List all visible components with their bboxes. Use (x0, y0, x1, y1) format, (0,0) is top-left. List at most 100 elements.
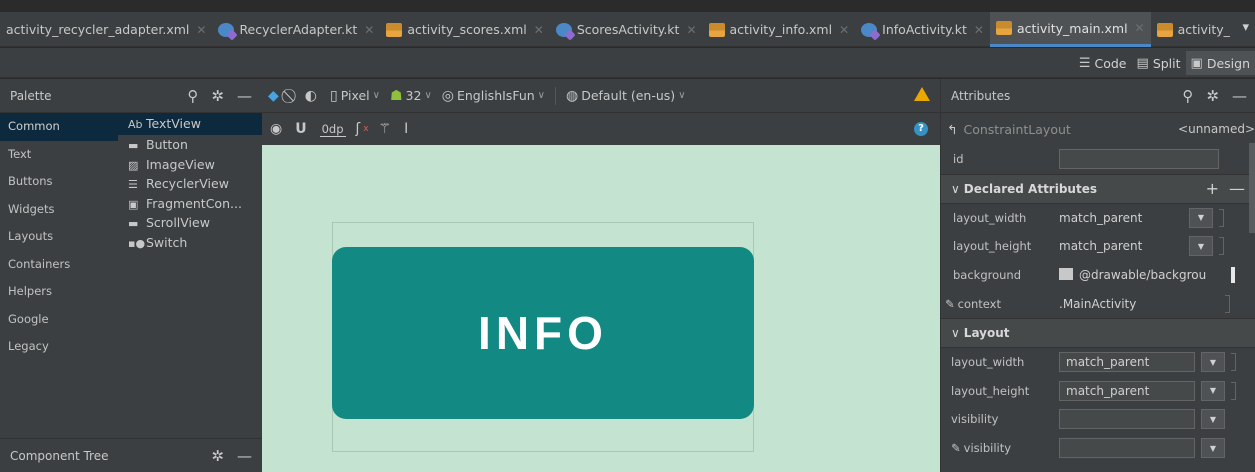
minimize-icon[interactable]: — (237, 87, 252, 105)
dropdown-icon[interactable]: ▼ (1201, 380, 1225, 401)
layout-width-select[interactable]: match_parent (1059, 352, 1195, 373)
palette-category-widgets[interactable]: Widgets (0, 196, 118, 224)
tools-visibility-select[interactable] (1059, 438, 1195, 459)
globe-icon: ◍ (566, 87, 579, 104)
attributes-header: Attributes ⚲ ✲ — (941, 79, 1255, 113)
attribute-value[interactable]: match_parent (1059, 211, 1183, 225)
attribute-value[interactable]: .MainActivity (1059, 297, 1219, 311)
design-canvas[interactable]: INFO (262, 145, 940, 472)
dropdown-icon[interactable]: ▼ (1201, 438, 1225, 459)
palette-panel: Palette ⚲ ✲ — Common Text Buttons Widget… (0, 79, 262, 472)
palette-widget-recyclerview[interactable]: ☰ RecyclerView (118, 174, 262, 194)
search-icon[interactable]: ⚲ (1182, 87, 1193, 105)
visibility-select[interactable] (1059, 409, 1195, 430)
attribute-value[interactable]: match_parent (1059, 239, 1183, 253)
chevron-down-icon[interactable]: ▾ (1242, 20, 1249, 35)
tab-activity-scores-xml[interactable]: activity_scores.xml ✕ (380, 12, 550, 47)
tab-label: ScoresActivity.kt (576, 22, 680, 37)
locale-selector[interactable]: ◍ Default (en-us) ∨ (566, 88, 686, 104)
dropdown-icon[interactable]: ▼ (1201, 352, 1225, 373)
close-icon[interactable]: ✕ (364, 23, 374, 37)
palette-category-legacy[interactable]: Legacy (0, 333, 118, 361)
device-selector[interactable]: ▯ Pixel ∨ (330, 88, 380, 104)
palette-widget-scrollview[interactable]: ▬ ScrollView (118, 213, 262, 233)
declared-attributes-section[interactable]: ∨ Declared Attributes + — (941, 173, 1255, 204)
palette-category-common[interactable]: Common (0, 113, 118, 141)
night-mode-icon[interactable]: ◐ (305, 88, 320, 104)
gear-icon[interactable]: ✲ (1206, 87, 1219, 105)
minimize-icon[interactable]: — (237, 447, 252, 465)
id-row: id (941, 145, 1255, 174)
minimize-icon[interactable]: — (1232, 87, 1247, 105)
split-mode-button[interactable]: ▤ Split (1132, 51, 1186, 75)
xml-file-icon (386, 22, 403, 37)
layout-height-select[interactable]: match_parent (1059, 380, 1195, 401)
chevron-down-icon: ∨ (537, 90, 545, 101)
theme-icon: ◎ (441, 87, 454, 104)
layers-icon[interactable]: ◆ (268, 88, 282, 104)
id-input[interactable] (1059, 149, 1219, 170)
palette-widget-fragmentcontainer[interactable]: ▣ FragmentCon... (118, 194, 262, 214)
layout-width-row: layout_width match_parent ▼ (941, 348, 1255, 377)
guidelines-icon[interactable]: Ⅰ (404, 121, 411, 137)
chevron-down-icon: ∨ (372, 90, 380, 101)
palette-category-layouts[interactable]: Layouts (0, 223, 118, 251)
resource-picker-icon[interactable] (1231, 353, 1236, 372)
orientation-icon[interactable]: ⃠ (292, 88, 295, 104)
button-icon: ▬ (128, 139, 139, 152)
attribute-value[interactable]: @drawable/backgrou (1059, 268, 1225, 282)
clear-constraints-icon[interactable]: ʃx (356, 121, 369, 137)
magnet-icon[interactable]: U (295, 121, 309, 137)
gear-icon[interactable]: ✲ (211, 447, 224, 465)
resource-picker-icon[interactable] (1219, 208, 1224, 227)
palette-category-containers[interactable]: Containers (0, 251, 118, 279)
tab-activity-info-xml[interactable]: activity_info.xml ✕ (703, 12, 856, 47)
resource-picker-icon[interactable] (1219, 237, 1224, 256)
default-margin-input[interactable]: 0dp (319, 122, 346, 137)
tab-scores-activity-kt[interactable]: ScoresActivity.kt ✕ (550, 12, 703, 47)
code-mode-button[interactable]: ☰ Code (1074, 51, 1132, 75)
palette-category-google[interactable]: Google (0, 306, 118, 334)
palette-categories: Common Text Buttons Widgets Layouts Cont… (0, 113, 118, 361)
help-icon[interactable]: ? (914, 122, 928, 136)
tab-info-activity-kt[interactable]: InfoActivity.kt ✕ (855, 12, 990, 47)
remove-attribute-icon[interactable]: — (1229, 179, 1245, 198)
dropdown-icon[interactable]: ▼ (1189, 207, 1213, 228)
add-attribute-icon[interactable]: + (1206, 179, 1219, 198)
palette-category-helpers[interactable]: Helpers (0, 278, 118, 306)
palette-widget-textview[interactable]: Ab TextView (118, 113, 262, 135)
close-icon[interactable]: ✕ (196, 23, 206, 37)
close-icon[interactable]: ✕ (974, 23, 984, 37)
resource-picker-icon[interactable] (1231, 267, 1235, 284)
warning-icon[interactable] (914, 87, 930, 101)
palette-widget-imageview[interactable]: ▨ ImageView (118, 155, 262, 175)
tab-recycler-adapter-kt[interactable]: RecyclerAdapter.kt ✕ (212, 12, 380, 47)
resource-picker-icon[interactable] (1231, 381, 1236, 400)
infer-constraints-icon[interactable]: ⚚ (379, 121, 395, 137)
dropdown-icon[interactable]: ▼ (1201, 409, 1225, 430)
textview-icon: Ab (128, 118, 143, 131)
theme-selector[interactable]: ◎ EnglishIsFun ∨ (442, 88, 545, 104)
api-selector[interactable]: ☗ 32 ∨ (390, 88, 432, 104)
close-icon[interactable]: ✕ (534, 23, 544, 37)
layout-section[interactable]: ∨ Layout (941, 317, 1255, 348)
close-icon[interactable]: ✕ (1135, 21, 1145, 35)
dropdown-icon[interactable]: ▼ (1189, 236, 1213, 257)
info-button-preview[interactable]: INFO (332, 247, 754, 419)
eye-icon[interactable]: ◉ (270, 121, 285, 137)
palette-category-text[interactable]: Text (0, 141, 118, 169)
tab-activity-main-xml[interactable]: activity_main.xml ✕ (989, 12, 1151, 47)
tab-label: activity_recycler_adapter.xml (6, 22, 190, 37)
palette-widget-button[interactable]: ▬ Button (118, 135, 262, 155)
gear-icon[interactable]: ✲ (211, 87, 224, 105)
palette-category-buttons[interactable]: Buttons (0, 168, 118, 196)
palette-widget-switch[interactable]: ▪●Switch (118, 233, 262, 253)
design-mode-button[interactable]: ▣ Design (1185, 51, 1255, 75)
search-icon[interactable]: ⚲ (187, 87, 198, 105)
tab-activity-recycler-adapter-xml[interactable]: activity_recycler_adapter.xml ✕ (0, 12, 212, 47)
close-icon[interactable]: ✕ (839, 23, 849, 37)
tab-activity-truncated[interactable]: activity_ (1151, 12, 1236, 47)
attributes-scrollbar[interactable] (1249, 143, 1255, 233)
resource-picker-icon[interactable] (1225, 294, 1230, 313)
close-icon[interactable]: ✕ (686, 23, 696, 37)
